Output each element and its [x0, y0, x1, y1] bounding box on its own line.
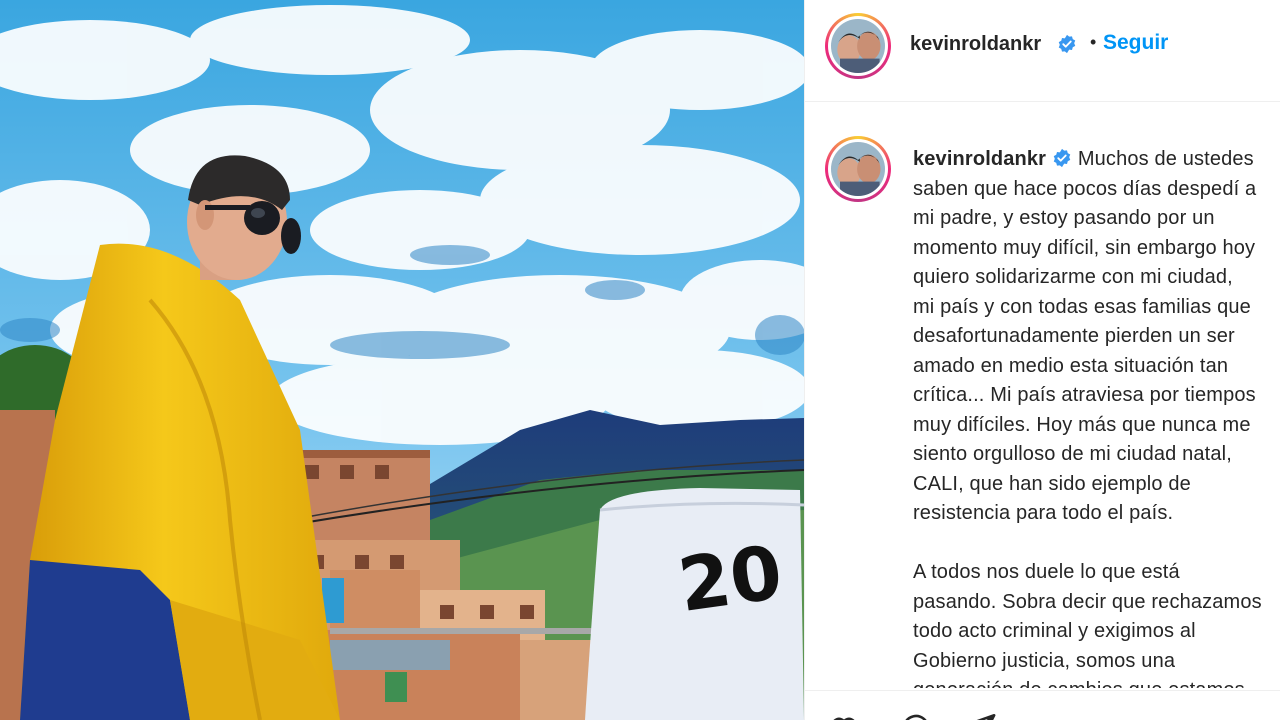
caption-line: A todos nos duele lo que está — [913, 561, 1180, 583]
heart-icon[interactable] — [827, 711, 861, 720]
caption-line: desafortunadamente pierden un ser — [913, 325, 1235, 347]
caption-avatar-image — [831, 142, 885, 196]
photo-graffiti: 20 — [673, 530, 787, 629]
post-header: kevinroldankr • Seguir — [805, 0, 1280, 102]
caption-line: quiero solidarizarme con mi ciudad, — [913, 266, 1233, 288]
caption-line: Gobierno justicia, somos una — [913, 649, 1176, 672]
caption-line: momento muy difícil, sin embargo hoy — [913, 236, 1256, 259]
verified-badge-icon — [1058, 34, 1076, 54]
caption-first-line: kevinroldankr Muchos de ustedes — [913, 145, 1280, 175]
caption-username[interactable]: kevinroldankr — [913, 148, 1046, 170]
username[interactable]: kevinroldankr — [910, 33, 1041, 56]
caption-avatar[interactable] — [825, 136, 891, 202]
caption-line: generación de cambios que estamos — [913, 676, 1280, 688]
caption-line: CALI, que han sido ejemplo de — [913, 472, 1191, 495]
caption-line: muy difíciles. Hoy más que nunca me — [913, 413, 1251, 436]
caption-line: amado en medio esta situación tan — [913, 354, 1229, 377]
caption-line: Muchos de ustedes — [1077, 148, 1254, 170]
caption-line: mi país y con todas esas familias que — [913, 295, 1251, 318]
caption-line: siento orgulloso de mi ciudad natal, — [913, 443, 1232, 465]
avatar-image — [831, 19, 885, 73]
caption-line: todo acto criminal y exigimos al — [913, 620, 1196, 642]
caption-line: pasando. Sobra decir que rechazamos — [913, 590, 1262, 613]
comment-icon[interactable] — [899, 711, 933, 720]
caption-line: crítica... Mi país atraviesa por tiempos — [913, 384, 1256, 406]
post-side-panel: kevinroldankr • Seguir kevinroldankr Muc… — [804, 0, 1280, 720]
separator-dot: • — [1090, 32, 1097, 52]
caption-text: kevinroldankr Muchos de ustedes saben qu… — [913, 145, 1280, 688]
caption-line: saben que hace pocos días despedí a — [913, 177, 1257, 200]
share-icon[interactable] — [963, 711, 997, 720]
post-photo-image: 20 — [0, 0, 804, 720]
action-bar — [805, 690, 1280, 720]
follow-button[interactable]: Seguir — [1103, 31, 1168, 55]
post-photo[interactable]: 20 — [0, 0, 804, 720]
post-caption: kevinroldankr Muchos de ustedes saben qu… — [805, 103, 1280, 688]
avatar[interactable] — [825, 13, 891, 79]
caption-line: mi padre, y estoy pasando por un — [913, 207, 1215, 229]
caption-line: resistencia para todo el país. — [913, 502, 1174, 524]
verified-badge-icon — [1053, 148, 1071, 168]
